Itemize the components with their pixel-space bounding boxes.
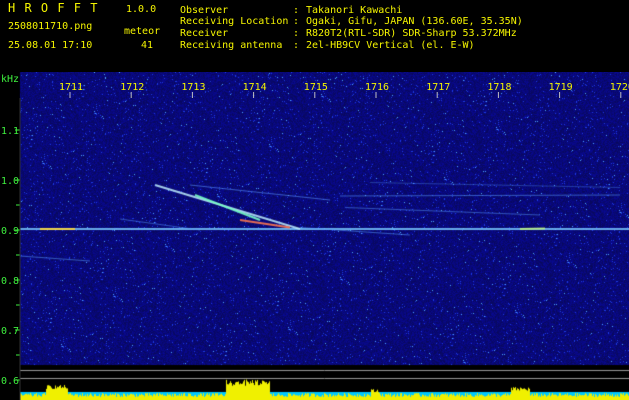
time-tick-label: 1714 (243, 82, 267, 93)
time-tick-label: 1715 (304, 82, 328, 93)
time-tick-label: 1717 (426, 82, 450, 93)
freq-tick-label: 1.1 (1, 126, 19, 137)
time-tick-label: 1716 (365, 82, 389, 93)
time-tick-label: 1719 (549, 82, 573, 93)
freq-tick-label: 0.7 (1, 326, 19, 337)
freq-tick-label: 1.0 (1, 176, 19, 187)
time-tick-label: 1720 (610, 82, 629, 93)
unit-label: kHz (1, 74, 19, 85)
time-tick-label: 1718 (487, 82, 511, 93)
time-tick-label: 1713 (181, 82, 205, 93)
time-tick-label: 1712 (120, 82, 144, 93)
freq-tick-label: 0.8 (1, 276, 19, 287)
freq-tick-label: 0.9 (1, 226, 19, 237)
freq-tick-label: 0.6 (1, 376, 19, 387)
spectrogram-axes: kHz 1711 1712 1713 1714 1715 1716 1717 1718 1719 1… (1, 74, 629, 400)
time-tick-label: 1711 (59, 82, 83, 93)
